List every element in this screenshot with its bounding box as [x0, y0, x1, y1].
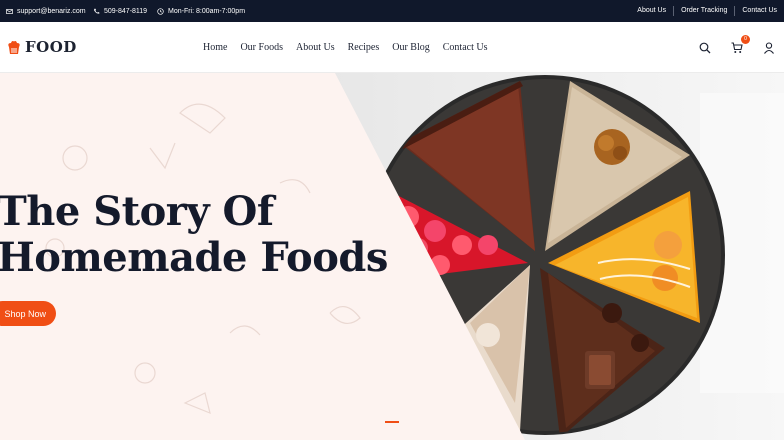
shop-now-button[interactable]: Shop Now — [0, 301, 56, 326]
search-button[interactable] — [698, 41, 712, 55]
top-link-contact[interactable]: Contact Us — [734, 6, 784, 16]
business-hours: Mon-Fri: 8:00am-7:00pm — [157, 0, 245, 22]
hero-title-line2: Homemade Foods — [0, 234, 388, 281]
mail-icon — [6, 8, 13, 14]
logo-chef-icon — [8, 41, 20, 54]
cart-count-badge: 0 — [741, 34, 750, 44]
nav-contact-us[interactable]: Contact Us — [443, 42, 488, 53]
account-button[interactable] — [762, 41, 776, 55]
search-icon — [699, 42, 711, 53]
nav-our-foods[interactable]: Our Foods — [240, 42, 283, 53]
site-logo[interactable]: FOOD — [6, 37, 77, 57]
nav-about-us[interactable]: About Us — [296, 42, 335, 53]
main-header: FOOD Home Our Foods About Us Recipes Our… — [0, 22, 784, 73]
email-contact[interactable]: support@benariz.com — [6, 0, 86, 22]
main-nav: Home Our Foods About Us Recipes Our Blog… — [203, 22, 487, 73]
phone-text: 509-847-8119 — [104, 7, 148, 15]
header-actions: 0 — [698, 22, 776, 73]
nav-home[interactable]: Home — [203, 42, 227, 53]
user-icon — [764, 41, 774, 54]
nav-recipes[interactable]: Recipes — [348, 42, 380, 53]
top-bar: support@benariz.com 509-847-8119 Mon-Fri… — [0, 0, 784, 22]
hours-text: Mon-Fri: 8:00am-7:00pm — [168, 7, 246, 15]
top-link-order-tracking[interactable]: Order Tracking — [673, 6, 734, 16]
clock-icon — [157, 7, 164, 15]
phone-contact[interactable]: 509-847-8119 — [93, 0, 147, 22]
slider-dot-active[interactable] — [385, 421, 399, 423]
slider-pagination — [385, 421, 399, 423]
top-link-about[interactable]: About Us — [630, 6, 673, 16]
logo-text: FOOD — [25, 38, 77, 56]
cart-icon — [731, 41, 743, 53]
phone-icon — [94, 8, 100, 14]
hero-title: The Story Of Homemade Foods — [0, 189, 388, 281]
hero-title-line1: The Story Of — [0, 188, 274, 235]
nav-our-blog[interactable]: Our Blog — [392, 42, 430, 53]
cart-button[interactable]: 0 — [730, 34, 750, 55]
hero-section: The Story Of Homemade Foods Shop Now — [0, 73, 784, 440]
top-links: About Us Order Tracking Contact Us — [630, 0, 784, 22]
email-text: support@benariz.com — [17, 7, 86, 15]
